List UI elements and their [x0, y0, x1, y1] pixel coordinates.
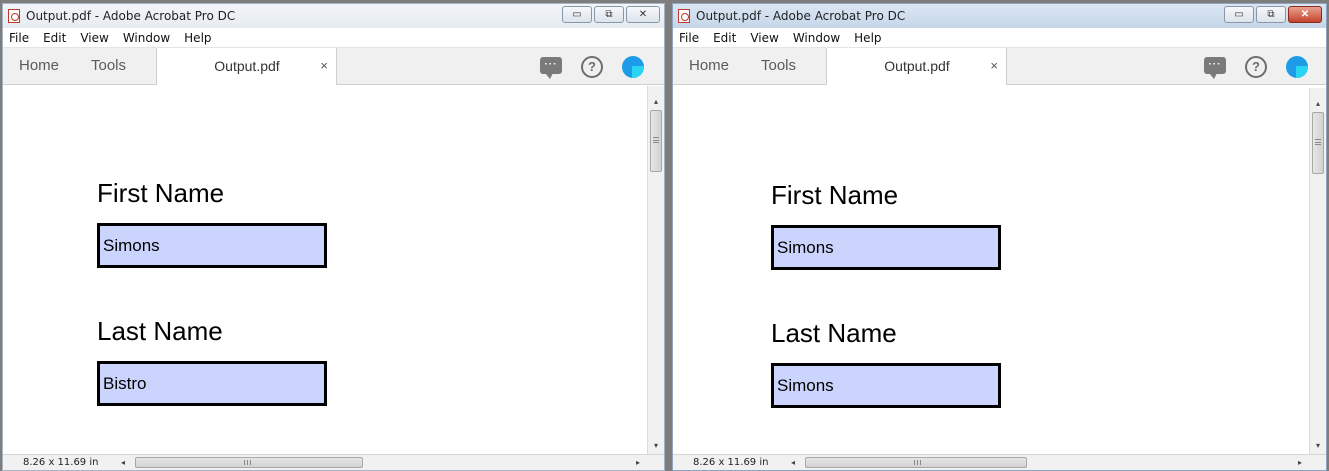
acrobat-window-left[interactable]: Output.pdf - Adobe Acrobat Pro DC ▭ ⧉ ✕ …	[2, 3, 665, 471]
close-icon: ✕	[1300, 9, 1310, 20]
vertical-scroll-thumb[interactable]	[650, 110, 662, 172]
status-bar: 8.26 x 11.69 in ◂ ▸	[3, 454, 664, 470]
tools-tab[interactable]: Tools	[761, 48, 796, 84]
minimize-button[interactable]: ▭	[562, 6, 592, 23]
menu-bar: File Edit View Window Help	[673, 28, 1326, 48]
maximize-button[interactable]: ⧉	[594, 6, 624, 23]
scroll-down-icon[interactable]: ▾	[1310, 438, 1326, 454]
help-icon[interactable]: ?	[581, 56, 603, 78]
minimize-icon: ▭	[1234, 9, 1244, 20]
account-avatar-icon[interactable]	[1286, 56, 1308, 78]
first-name-label: First Name	[771, 180, 899, 210]
menu-edit[interactable]: Edit	[43, 31, 66, 45]
scroll-right-icon[interactable]: ▸	[636, 455, 640, 470]
scroll-up-icon[interactable]: ▴	[1310, 96, 1326, 112]
close-icon: ✕	[638, 9, 648, 20]
grip-icon	[653, 137, 659, 143]
help-icon[interactable]: ?	[1245, 56, 1267, 78]
first-name-field[interactable]: Simons	[771, 225, 1001, 270]
first-name-label: First Name	[97, 178, 225, 208]
acrobat-window-right[interactable]: Output.pdf - Adobe Acrobat Pro DC ▭ ⧉ ✕ …	[672, 3, 1327, 471]
menu-view[interactable]: View	[750, 31, 778, 45]
title-bar[interactable]: Output.pdf - Adobe Acrobat Pro DC ▭ ⧉ ✕	[3, 4, 664, 28]
vertical-scroll-thumb[interactable]	[1312, 112, 1324, 174]
pdf-file-icon	[678, 9, 690, 23]
menu-help[interactable]: Help	[184, 31, 211, 45]
account-avatar-icon[interactable]	[622, 56, 644, 78]
grip-icon	[244, 460, 251, 465]
vertical-scrollbar[interactable]: ▴ ▾	[1309, 88, 1326, 454]
last-name-field[interactable]: Simons	[771, 363, 1001, 408]
menu-bar: File Edit View Window Help	[3, 28, 664, 48]
tools-tab[interactable]: Tools	[91, 48, 126, 84]
menu-window[interactable]: Window	[793, 31, 840, 45]
menu-file[interactable]: File	[679, 31, 699, 45]
vertical-scrollbar[interactable]: ▴ ▾	[647, 86, 664, 454]
status-bar: 8.26 x 11.69 in ◂ ▸	[673, 454, 1326, 470]
pdf-file-icon	[8, 9, 20, 23]
document-tab[interactable]: Output.pdf ×	[827, 48, 1007, 85]
close-tab-icon[interactable]: ×	[320, 48, 328, 84]
scroll-up-icon[interactable]: ▴	[648, 94, 664, 110]
document-tab-label: Output.pdf	[214, 58, 280, 74]
maximize-icon: ⧉	[605, 9, 613, 20]
window-title: Output.pdf - Adobe Acrobat Pro DC	[696, 9, 906, 23]
comment-icon[interactable]: ···	[540, 57, 562, 79]
scroll-right-icon[interactable]: ▸	[1298, 455, 1302, 470]
document-tab[interactable]: Output.pdf ×	[157, 48, 337, 85]
maximize-button[interactable]: ⧉	[1256, 6, 1286, 23]
minimize-button[interactable]: ▭	[1224, 6, 1254, 23]
first-name-field[interactable]: Simons	[97, 223, 327, 268]
window-controls: ▭ ⧉ ✕	[562, 6, 660, 23]
menu-view[interactable]: View	[80, 31, 108, 45]
close-button[interactable]: ✕	[626, 6, 660, 23]
minimize-icon: ▭	[572, 9, 582, 20]
home-tab[interactable]: Home	[689, 48, 729, 84]
scroll-down-icon[interactable]: ▾	[648, 438, 664, 454]
acrobat-toolbar: Home Tools Output.pdf × ··· ?	[3, 48, 664, 85]
close-tab-icon[interactable]: ×	[990, 48, 998, 84]
last-name-field[interactable]: Bistro	[97, 361, 327, 406]
title-bar[interactable]: Output.pdf - Adobe Acrobat Pro DC ▭ ⧉ ✕	[673, 4, 1326, 28]
document-page: First Name Simons Last Name Simons	[677, 88, 1309, 454]
scroll-left-icon[interactable]: ◂	[121, 455, 125, 470]
grip-icon	[1315, 139, 1321, 145]
document-page: First Name Simons Last Name Bistro	[3, 86, 647, 454]
menu-window[interactable]: Window	[123, 31, 170, 45]
close-button[interactable]: ✕	[1288, 6, 1322, 23]
home-tab[interactable]: Home	[19, 48, 59, 84]
document-tab-label: Output.pdf	[884, 58, 950, 74]
horizontal-scroll-thumb[interactable]	[135, 457, 363, 468]
acrobat-toolbar: Home Tools Output.pdf × ··· ?	[673, 48, 1326, 85]
horizontal-scroll-thumb[interactable]	[805, 457, 1027, 468]
maximize-icon: ⧉	[1267, 9, 1275, 20]
last-name-label: Last Name	[97, 316, 223, 346]
window-title: Output.pdf - Adobe Acrobat Pro DC	[26, 9, 236, 23]
grip-icon	[914, 460, 921, 465]
last-name-label: Last Name	[771, 318, 897, 348]
menu-help[interactable]: Help	[854, 31, 881, 45]
scroll-left-icon[interactable]: ◂	[791, 455, 795, 470]
window-controls: ▭ ⧉ ✕	[1224, 6, 1322, 23]
menu-edit[interactable]: Edit	[713, 31, 736, 45]
menu-file[interactable]: File	[9, 31, 29, 45]
comment-icon[interactable]: ···	[1204, 57, 1226, 79]
page-size-readout: 8.26 x 11.69 in	[693, 457, 769, 468]
page-size-readout: 8.26 x 11.69 in	[23, 457, 99, 468]
